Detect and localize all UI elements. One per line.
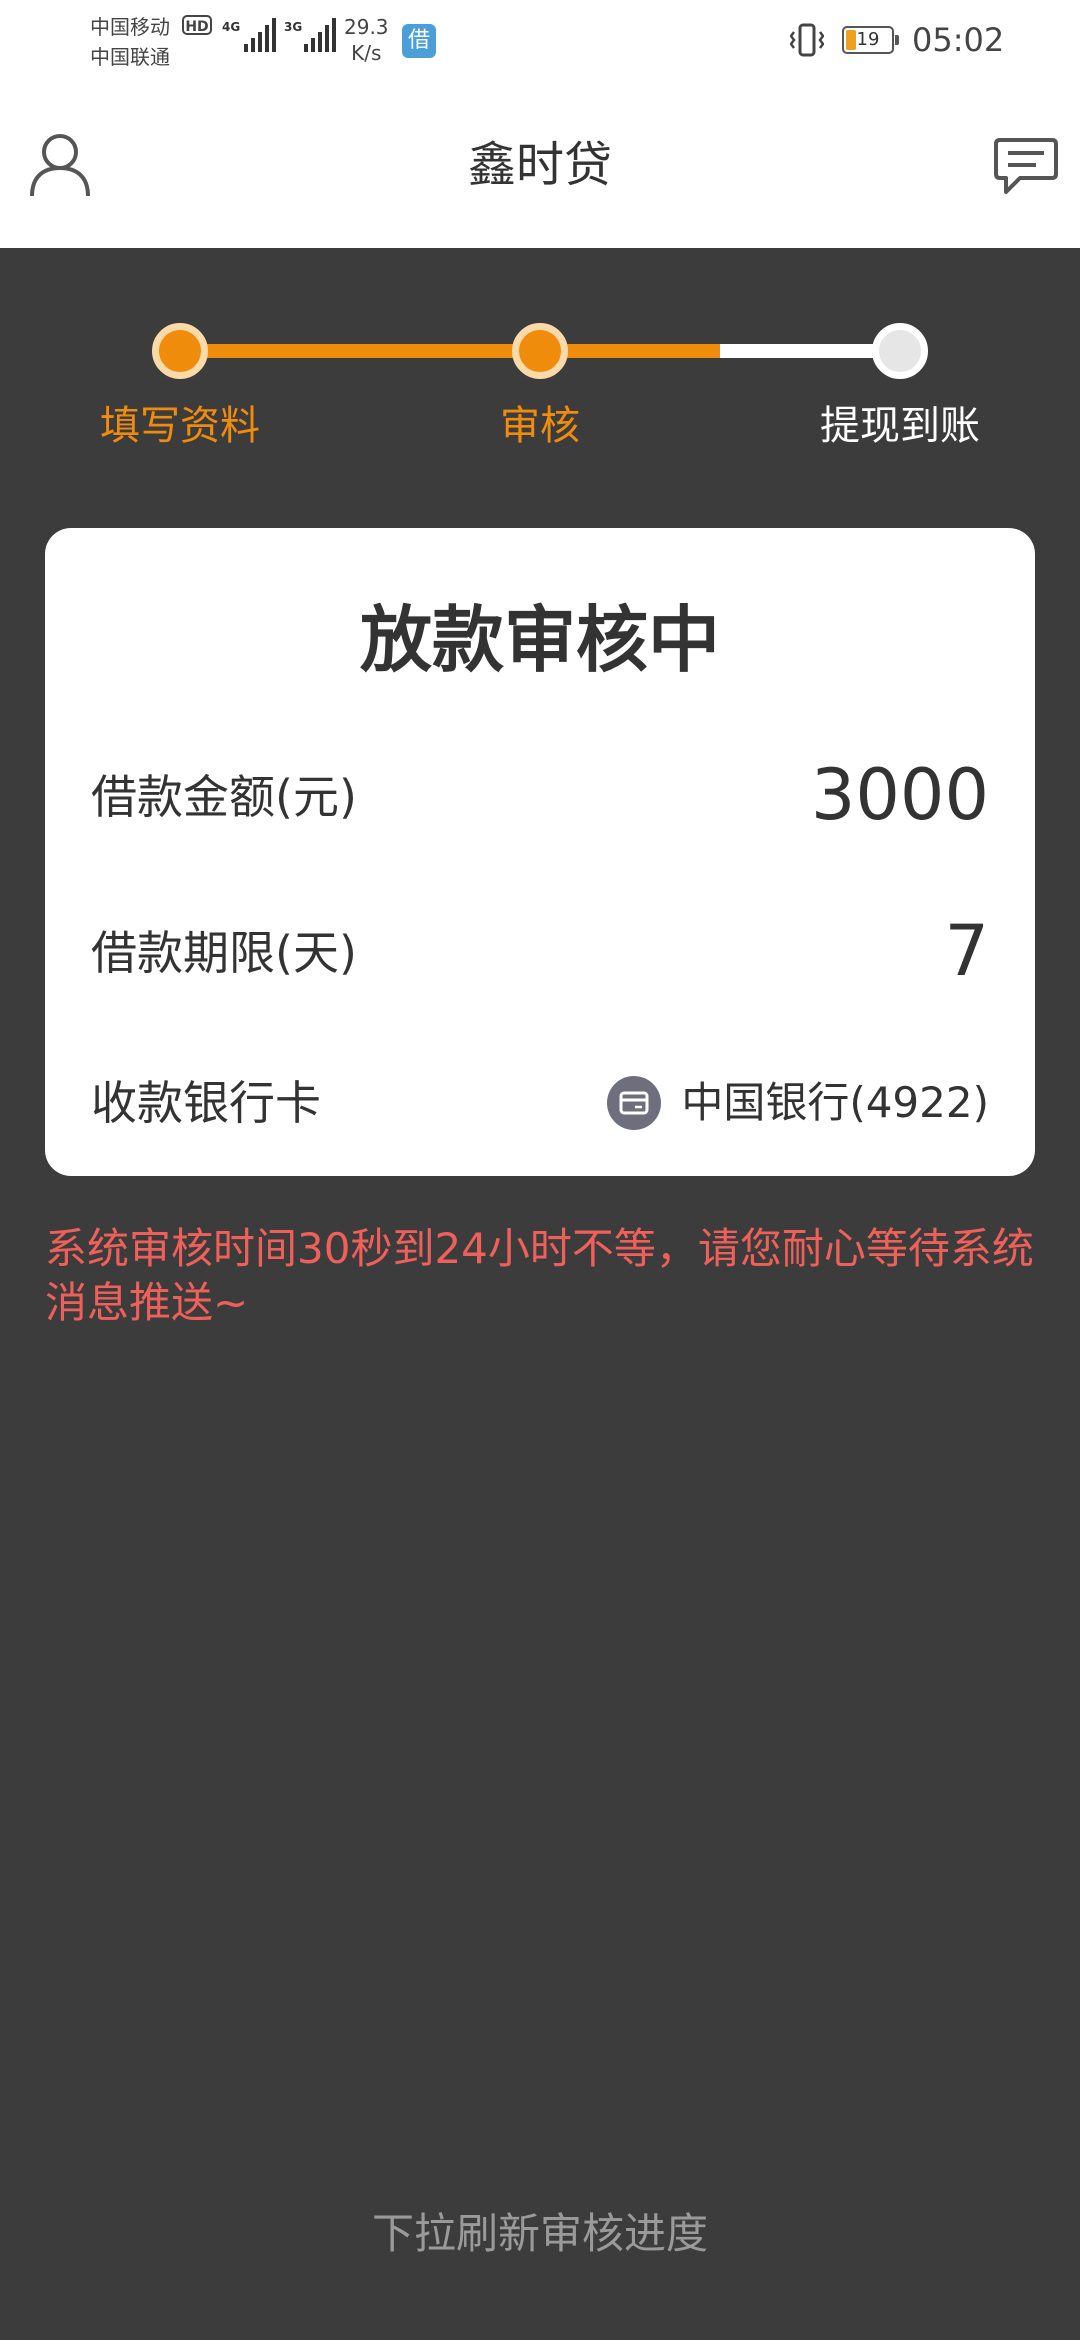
carrier-1: 中国移动 (90, 15, 170, 39)
hd-badge: HD (182, 15, 212, 35)
status-time: 05:02 (912, 21, 1005, 59)
carrier-2: 中国联通 (90, 45, 170, 69)
battery-nub (895, 35, 899, 45)
step-label-review: 审核 (500, 403, 580, 449)
battery-level: 19 (856, 29, 880, 50)
vibrate-icon (790, 23, 824, 57)
progress-track-done (180, 344, 720, 358)
pull-to-refresh-hint: 下拉刷新审核进度 (371, 2209, 708, 2258)
speed-unit: K/s (351, 41, 382, 65)
battery-fill (846, 30, 856, 50)
bank-card-value: 中国银行(4922) (607, 1068, 989, 1138)
loan-status-card: 放款审核中 借款金额(元) 3000 借款期限(天) 7 收款银行卡 中国银行(… (45, 528, 1035, 1176)
status-bar: 中国移动 中国联通 HD 4G 3G 29.3 K/s 借 19 05:02 (0, 0, 1080, 80)
network-type-2: 3G (284, 20, 303, 34)
loan-amount-value: 3000 (810, 754, 989, 836)
network-speed: 29.3 K/s (344, 14, 389, 66)
step-dot-review (512, 323, 568, 379)
review-notice: 系统审核时间30秒到24小时不等，请您耐心等待系统消息推送~ (45, 1224, 1034, 1327)
card-title: 放款审核中 (359, 598, 720, 682)
step-label-fill-info: 填写资料 (100, 403, 260, 449)
step-label-withdraw: 提现到账 (820, 403, 980, 449)
signal-bars-1-icon (244, 18, 276, 52)
app-notification-badge: 借 (402, 24, 436, 58)
loan-term-label: 借款期限(天) (91, 926, 357, 980)
network-type-1: 4G (222, 20, 241, 34)
signal-bars-2-icon (304, 18, 336, 52)
bank-card-name: 中国银行(4922) (681, 1078, 989, 1127)
battery-icon: 19 (842, 26, 899, 54)
step-dot-withdraw (872, 323, 928, 379)
step-dot-fill-info (152, 323, 208, 379)
message-icon[interactable] (994, 136, 1058, 196)
carrier-labels: 中国移动 中国联通 (90, 12, 170, 72)
bank-card-label: 收款银行卡 (91, 1076, 321, 1130)
loan-amount-label: 借款金额(元) (91, 770, 357, 824)
page-title: 鑫时贷 (467, 137, 612, 193)
loan-term-value: 7 (944, 910, 989, 992)
bank-card-icon (607, 1076, 662, 1130)
speed-value: 29.3 (344, 15, 389, 39)
